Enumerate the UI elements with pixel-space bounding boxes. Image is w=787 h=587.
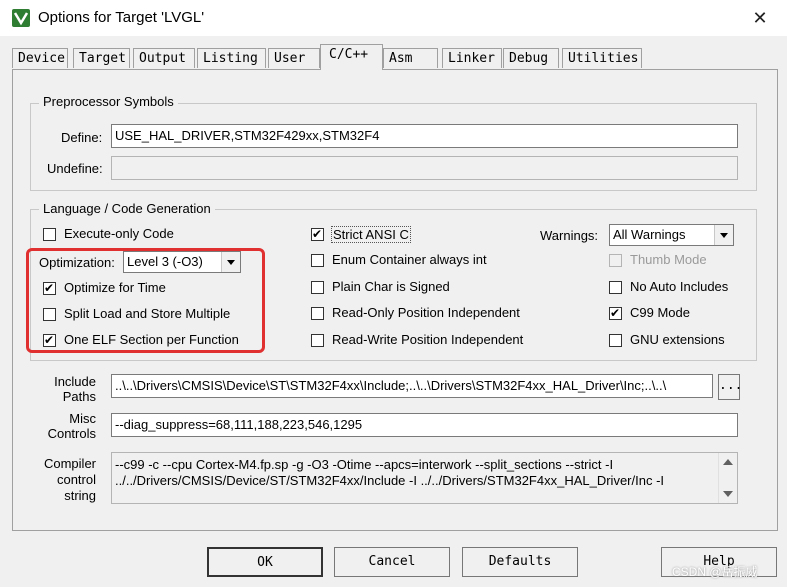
misc-label-1: Misc <box>69 411 96 426</box>
compiler-label-3: string <box>64 488 96 503</box>
scroll-down-icon[interactable] <box>723 491 733 497</box>
execute-only-checkbox[interactable] <box>43 228 56 241</box>
split-load-label: Split Load and Store Multiple <box>64 306 231 321</box>
tab-strip: Device Target Output Listing User C/C++ … <box>12 44 772 70</box>
chevron-down-icon[interactable] <box>221 252 240 272</box>
warnings-value: All Warnings <box>613 227 686 242</box>
misc-label-2: Controls <box>47 426 96 441</box>
cancel-button[interactable]: Cancel <box>334 547 450 577</box>
include-label-2: Paths <box>62 389 96 404</box>
optimize-time-checkbox[interactable] <box>43 280 56 296</box>
c99-mode-checkbox[interactable] <box>609 305 622 321</box>
ro-pi-checkbox[interactable] <box>311 307 324 320</box>
compiler-control-string[interactable]: --c99 -c --cpu Cortex-M4.fp.sp -g -O3 -O… <box>111 452 738 504</box>
tab-asm[interactable]: Asm <box>383 48 438 68</box>
gnu-extensions-checkbox[interactable] <box>609 334 622 347</box>
define-input[interactable]: USE_HAL_DRIVER,STM32F429xx,STM32F4 <box>111 124 738 148</box>
optimization-value: Level 3 (-O3) <box>127 254 203 269</box>
compiler-line-1: --c99 -c --cpu Cortex-M4.fp.sp -g -O3 -O… <box>115 457 614 472</box>
rw-pi-checkbox[interactable] <box>311 334 324 347</box>
gnu-extensions-label: GNU extensions <box>630 332 725 347</box>
defaults-button[interactable]: Defaults <box>462 547 578 577</box>
no-auto-includes-checkbox[interactable] <box>609 281 622 294</box>
c99-mode-label: C99 Mode <box>630 305 690 320</box>
thumb-mode-label: Thumb Mode <box>630 252 707 267</box>
undefine-label: Undefine: <box>47 161 103 176</box>
chevron-down-icon[interactable] <box>714 225 733 245</box>
tab-utilities[interactable]: Utilities <box>562 48 642 68</box>
compiler-label-1: Compiler <box>43 456 96 471</box>
optimization-label: Optimization: <box>39 255 115 270</box>
one-elf-checkbox[interactable] <box>43 332 56 348</box>
plain-char-checkbox[interactable] <box>311 281 324 294</box>
strict-ansi-checkbox[interactable] <box>311 226 324 242</box>
tab-user[interactable]: User <box>268 48 320 68</box>
watermark: CSDN @岳振威 <box>672 565 758 579</box>
browse-include-button[interactable]: ... <box>718 374 742 400</box>
close-icon[interactable]: ✕ <box>748 6 772 30</box>
rw-pi-label: Read-Write Position Independent <box>332 332 524 347</box>
tab-debug[interactable]: Debug <box>503 48 559 68</box>
preprocessor-group-title: Preprocessor Symbols <box>39 94 178 109</box>
tab-output[interactable]: Output <box>133 48 195 68</box>
codegen-group-title: Language / Code Generation <box>39 201 215 216</box>
warnings-label: Warnings: <box>540 228 599 243</box>
plain-char-label: Plain Char is Signed <box>332 279 450 294</box>
ok-button[interactable]: OK <box>207 547 323 577</box>
include-paths-input[interactable]: ..\..\Drivers\CMSIS\Device\ST\STM32F4xx\… <box>111 374 713 398</box>
optimization-select[interactable]: Level 3 (-O3) <box>123 251 241 273</box>
ro-pi-label: Read-Only Position Independent <box>332 305 520 320</box>
tab-linker[interactable]: Linker <box>442 48 502 68</box>
undefine-input[interactable] <box>111 156 738 180</box>
tab-target[interactable]: Target <box>73 48 130 68</box>
misc-controls-input[interactable]: --diag_suppress=68,111,188,223,546,1295 <box>111 413 738 437</box>
enum-container-label: Enum Container always int <box>332 252 487 267</box>
enum-container-checkbox[interactable] <box>311 254 324 267</box>
thumb-mode-checkbox[interactable] <box>609 254 622 267</box>
window-title: Options for Target 'LVGL' <box>38 9 205 26</box>
split-load-checkbox[interactable] <box>43 308 56 321</box>
scroll-up-icon[interactable] <box>723 459 733 465</box>
warnings-select[interactable]: All Warnings <box>609 224 734 246</box>
include-label-1: Include <box>54 374 96 389</box>
compiler-label-2: control <box>56 472 96 487</box>
strict-ansi-label: Strict ANSI C <box>331 226 411 243</box>
tab-listing[interactable]: Listing <box>197 48 266 68</box>
tab-c-cpp[interactable]: C/C++ <box>320 44 383 70</box>
compiler-scrollbar[interactable] <box>718 453 737 503</box>
define-label: Define: <box>61 130 103 145</box>
optimize-time-label: Optimize for Time <box>64 280 166 295</box>
keil-app-icon <box>12 9 30 27</box>
one-elf-label: One ELF Section per Function <box>64 332 239 347</box>
execute-only-label: Execute-only Code <box>64 226 174 241</box>
tab-device[interactable]: Device <box>12 48 68 68</box>
no-auto-includes-label: No Auto Includes <box>630 279 729 294</box>
compiler-line-2: ../../Drivers/CMSIS/Device/ST/STM32F4xx/… <box>115 473 665 488</box>
